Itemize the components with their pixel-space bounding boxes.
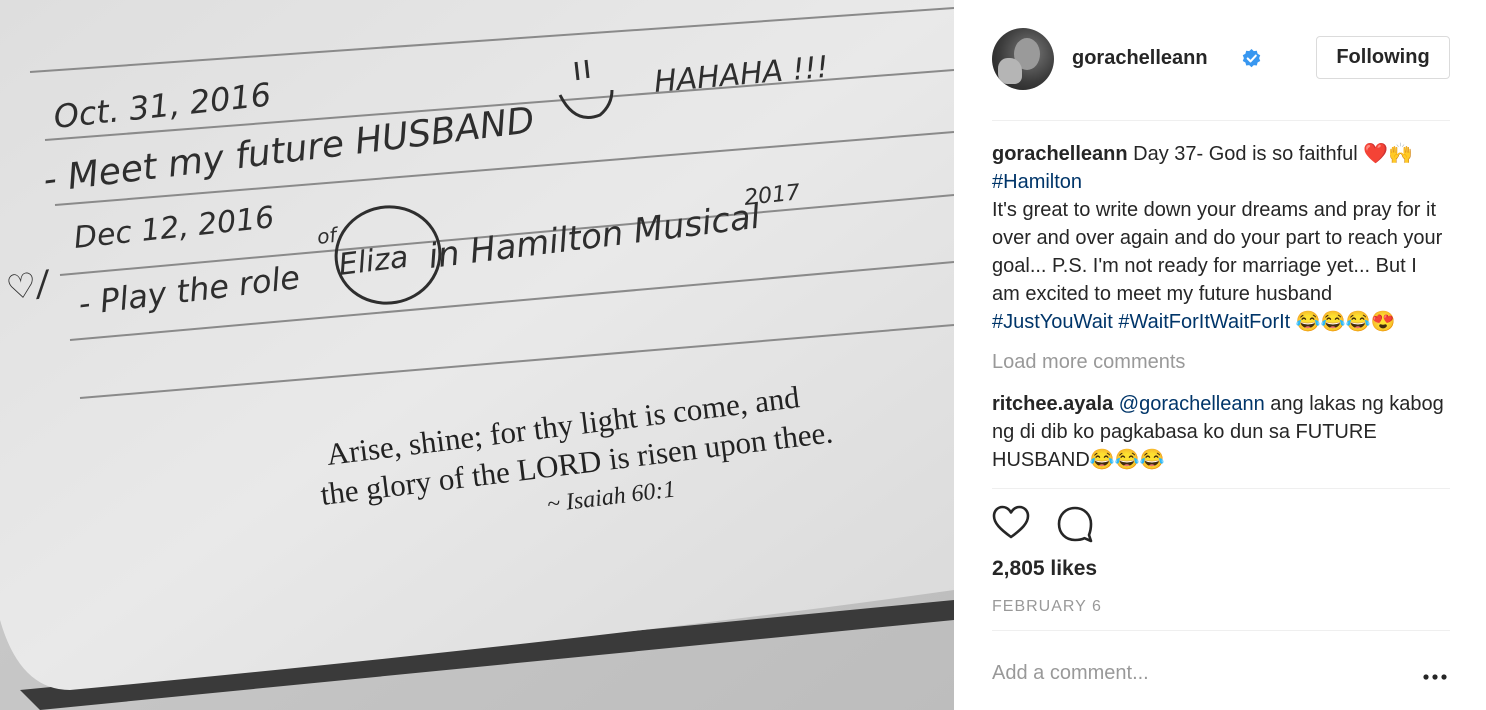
caption-text-body: It's great to write down your dreams and… bbox=[992, 199, 1443, 305]
comment-button[interactable] bbox=[1056, 505, 1094, 548]
caption: gorachelleann Day 37- God is so faithful… bbox=[992, 140, 1450, 336]
comment-item: ritchee.ayala @gorachelleann ang lakas n… bbox=[992, 390, 1450, 474]
hashtag-waitforitwaitforit[interactable]: #WaitForItWaitForIt bbox=[1118, 311, 1290, 333]
comments-list[interactable]: gorachelleann Day 37- God is so faithful… bbox=[992, 140, 1450, 488]
header-divider bbox=[992, 120, 1450, 121]
load-more-comments[interactable]: Load more comments bbox=[992, 348, 1450, 378]
caption-emoji-1: ❤️🙌 bbox=[1363, 143, 1414, 165]
comment-mention[interactable]: @gorachelleann bbox=[1119, 393, 1265, 415]
verified-badge-icon bbox=[1242, 49, 1261, 68]
add-comment-input[interactable]: Add a comment... bbox=[992, 662, 1149, 685]
following-button[interactable]: Following bbox=[1316, 36, 1450, 79]
caption-emoji-2: 😂😂😂😍 bbox=[1290, 311, 1396, 333]
header-username[interactable]: gorachelleann bbox=[1072, 47, 1208, 70]
post-header: gorachelleann Following bbox=[992, 28, 1450, 90]
hashtag-hamilton[interactable]: #Hamilton bbox=[992, 171, 1082, 193]
post-date[interactable]: FEBRUARY 6 bbox=[992, 598, 1102, 616]
heart-icon bbox=[992, 505, 1030, 539]
comment-username[interactable]: ritchee.ayala bbox=[992, 393, 1113, 415]
post-details-panel: gorachelleann Following gorachelleann Da… bbox=[954, 0, 1486, 710]
avatar[interactable] bbox=[992, 28, 1054, 90]
like-button[interactable] bbox=[992, 505, 1030, 546]
caption-text-start: Day 37- God is so faithful bbox=[1127, 143, 1364, 165]
likes-count[interactable]: 2,805 likes bbox=[992, 557, 1097, 581]
avatar-hand bbox=[998, 58, 1022, 84]
caption-username[interactable]: gorachelleann bbox=[992, 143, 1128, 165]
more-options-icon[interactable] bbox=[1422, 673, 1448, 681]
footer-divider bbox=[992, 630, 1450, 631]
comment-icon bbox=[1057, 506, 1093, 543]
post-photo: Oct. 31, 2016 - Meet my future HUSBAND H… bbox=[0, 0, 954, 710]
hashtag-justyouwait[interactable]: #JustYouWait bbox=[992, 311, 1113, 333]
notebook-photo: Oct. 31, 2016 - Meet my future HUSBAND H… bbox=[0, 0, 954, 710]
comments-divider bbox=[992, 488, 1450, 489]
